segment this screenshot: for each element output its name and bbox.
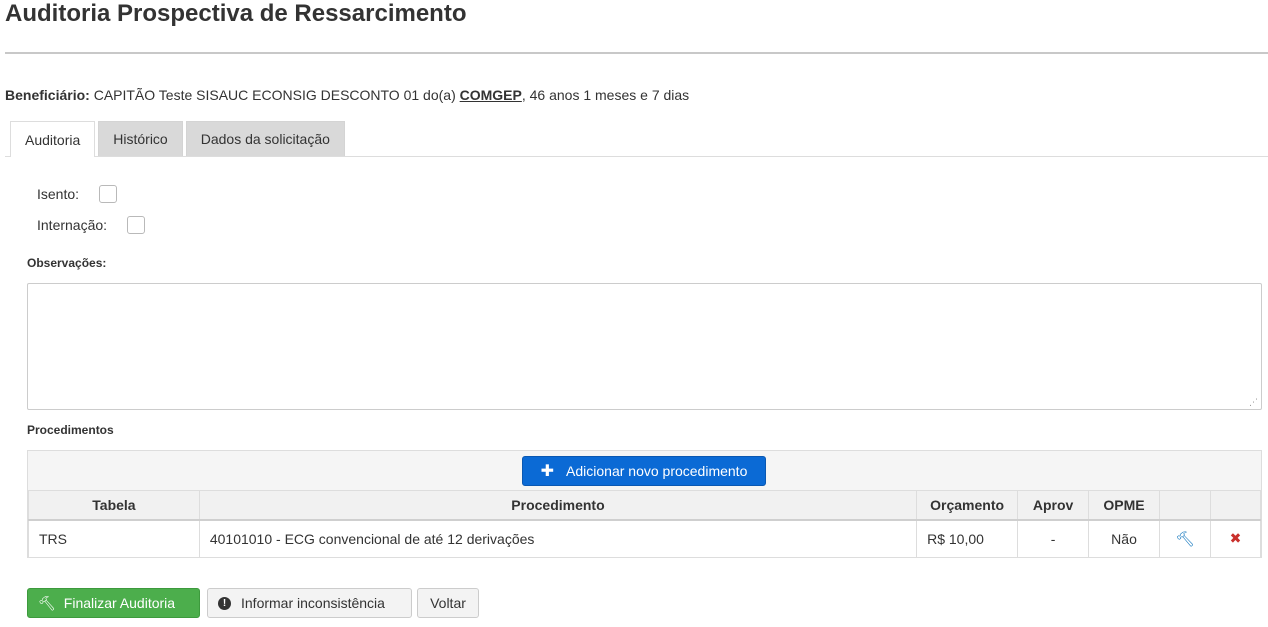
tab-dados-solicitacao[interactable]: Dados da solicitação: [185, 121, 345, 156]
isento-checkbox[interactable]: [99, 185, 118, 203]
col-action-edit: [1159, 490, 1211, 521]
beneficiary-info: Beneficiário: CAPITÃO Teste SISAUC ECONS…: [5, 86, 689, 104]
observacoes-label: Observações:: [27, 256, 107, 270]
internacao-label: Internação:: [37, 217, 108, 233]
cell-procedimento: 40101010 - ECG convencional de até 12 de…: [198, 519, 918, 558]
col-opme: OPME: [1088, 490, 1160, 521]
table-row: TRS 40101010 - ECG convencional de até 1…: [28, 519, 1262, 558]
finish-audit-button[interactable]: 🔨︎ Finalizar Auditoria: [27, 588, 200, 618]
back-button[interactable]: Voltar: [417, 588, 479, 618]
add-procedure-label: Adicionar novo procedimento: [566, 463, 748, 479]
gavel-icon: 🔨︎: [38, 594, 56, 611]
cell-orcamento: R$ 10,00: [916, 519, 1019, 558]
tab-historico[interactable]: Histórico: [98, 121, 183, 156]
table-header-row: Tabela Procedimento Orçamento Aprov OPME: [28, 490, 1262, 521]
tab-auditoria[interactable]: Auditoria: [10, 121, 96, 157]
col-action-remove: [1209, 490, 1262, 521]
internacao-row: Internação:: [37, 216, 146, 234]
cell-action-remove: ✖: [1209, 519, 1262, 558]
procedimentos-label: Procedimentos: [27, 423, 114, 437]
gavel-icon[interactable]: 🔨︎: [1175, 530, 1194, 548]
internacao-checkbox[interactable]: [127, 216, 146, 234]
col-tabela: Tabela: [28, 490, 200, 521]
procedimentos-panel: ✚ Adicionar novo procedimento Tabela Pro…: [27, 450, 1262, 558]
cell-action-edit: 🔨︎: [1159, 519, 1211, 558]
beneficiary-name: CAPITÃO Teste SISAUC ECONSIG DESCONTO 01…: [89, 87, 460, 103]
isento-row: Isento:: [37, 185, 118, 203]
add-procedure-button[interactable]: ✚ Adicionar novo procedimento: [522, 456, 766, 486]
col-aprov: Aprov: [1017, 490, 1090, 521]
resize-grip-icon[interactable]: ⋰: [1249, 397, 1259, 407]
col-procedimento: Procedimento: [198, 490, 918, 521]
remove-icon[interactable]: ✖: [1230, 530, 1242, 547]
isento-label: Isento:: [37, 186, 80, 202]
beneficiary-age: , 46 anos 1 meses e 7 dias: [521, 87, 690, 103]
inform-inconsistency-label: Informar inconsistência: [241, 595, 385, 611]
tab-bar: Auditoria Histórico Dados da solicitação: [10, 121, 345, 157]
title-divider: [5, 52, 1268, 54]
cell-opme: Não: [1088, 519, 1160, 558]
plus-icon: ✚: [540, 463, 555, 480]
exclamation-icon: !: [218, 596, 231, 610]
observacoes-textarea[interactable]: [27, 283, 1262, 410]
inform-inconsistency-button[interactable]: ! Informar inconsistência: [207, 588, 412, 618]
cell-aprov: -: [1017, 519, 1090, 558]
beneficiary-org: COMGEP: [459, 87, 522, 103]
col-orcamento: Orçamento: [916, 490, 1019, 521]
beneficiary-label: Beneficiário:: [5, 87, 90, 103]
procedures-table: Tabela Procedimento Orçamento Aprov OPME…: [28, 490, 1262, 558]
cell-tabela: TRS: [28, 519, 200, 558]
finish-audit-label: Finalizar Auditoria: [63, 595, 176, 611]
page-title: Auditoria Prospectiva de Ressarcimento: [5, 0, 467, 27]
